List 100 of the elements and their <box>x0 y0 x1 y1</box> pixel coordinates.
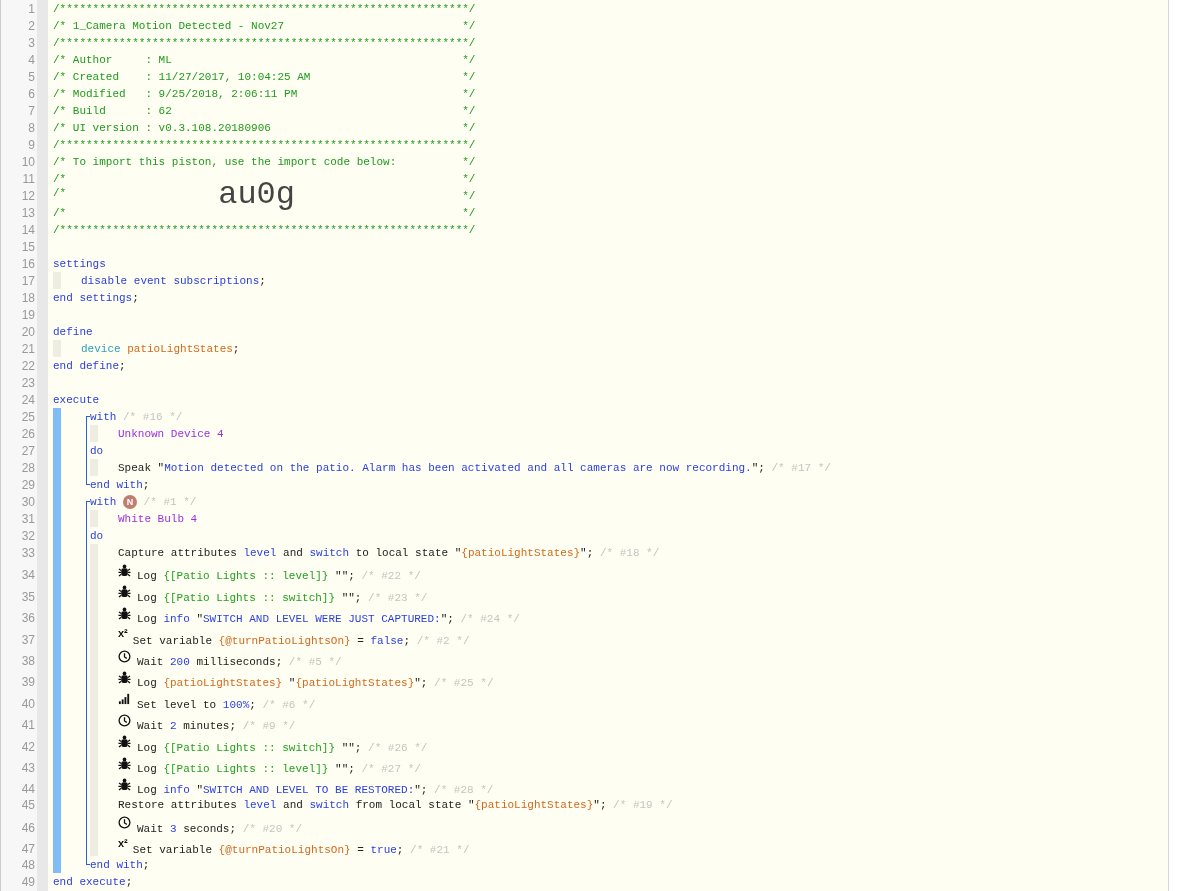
code-comment: */ <box>462 155 476 168</box>
code-comment: */ <box>462 206 476 219</box>
code-line: Log {[Patio Lights :: switch]} ""; /* #26 */ <box>137 741 428 754</box>
line-number: 12 <box>21 188 35 203</box>
line-number: 14 <box>21 222 35 237</box>
line-number: 49 <box>21 874 35 889</box>
code-line: Wait 3 seconds; /* #20 */ <box>137 822 303 835</box>
status-badge: N <box>123 494 137 509</box>
line-number: 6 <box>28 86 35 101</box>
code-line: White Bulb 4 <box>118 512 198 525</box>
code-line: /* #1 */ <box>142 495 197 508</box>
code-comment: */ <box>462 121 476 134</box>
code-line: define <box>53 325 93 338</box>
clock-icon <box>118 713 131 727</box>
line-number: 38 <box>21 653 35 668</box>
line-number: 10 <box>21 154 35 169</box>
line-number: 32 <box>21 528 35 543</box>
line-number: 4 <box>28 52 35 67</box>
line-number: 36 <box>21 611 35 626</box>
code-line: Capture attributes level and switch to local state "{patioLightStates}"; /* #18 */ <box>118 546 660 559</box>
line-number: 46 <box>21 820 35 835</box>
line-number: 42 <box>21 739 35 754</box>
superscript-icon: x² <box>118 836 128 849</box>
line-number: 47 <box>21 842 35 857</box>
import-code: au0g <box>218 180 295 210</box>
code-line: Log info "SWITCH AND LEVEL WERE JUST CAPTURED:"; /* #24 */ <box>137 613 520 626</box>
code-line: with /* #16 */ <box>90 410 183 423</box>
line-number: 22 <box>21 358 35 373</box>
line-number: 2 <box>28 18 35 33</box>
line-number: 25 <box>21 409 35 424</box>
code-line: end with; <box>90 858 150 871</box>
line-number: 1 <box>28 1 35 16</box>
code-comment: /* To import this piston, use the import code below: <box>53 155 397 168</box>
clock-icon <box>118 816 131 830</box>
line-number: 40 <box>21 696 35 711</box>
bug-icon <box>118 606 131 620</box>
code-comment: /* UI version : v0.3.108.20180906 <box>53 121 271 134</box>
code-comment: */ <box>462 19 476 32</box>
clock-icon <box>118 649 131 663</box>
code-line: Wait 2 minutes; /* #9 */ <box>137 720 296 733</box>
bug-icon <box>118 756 131 770</box>
superscript-icon: x² <box>118 627 128 640</box>
line-number: 17 <box>21 273 35 288</box>
code-line: with <box>90 495 118 508</box>
code-comment: /* Build : 62 <box>53 104 172 117</box>
code-line: Restore attributes level and switch from local state "{patioLightStates}"; /* #19 */ <box>118 798 673 811</box>
code-comment: /* <box>53 206 67 219</box>
line-number: 39 <box>21 675 35 690</box>
line-number: 8 <box>28 120 35 135</box>
code-line: end define; <box>53 359 126 372</box>
line-number: 13 <box>21 205 35 220</box>
code-comment: /* <box>53 172 67 185</box>
line-number: 18 <box>21 290 35 305</box>
line-number: 43 <box>21 760 35 775</box>
code-line: Wait 200 milliseconds; /* #5 */ <box>137 655 342 668</box>
line-number: 23 <box>21 375 35 390</box>
bug-icon <box>118 564 131 577</box>
code-comment: /* 1_Camera Motion Detected - Nov27 <box>53 19 285 32</box>
line-number: 5 <box>28 69 35 84</box>
line-number: 11 <box>22 171 35 186</box>
code-line: Log {[Patio Lights :: level]} ""; /* #22 */ <box>137 570 421 583</box>
line-number: 7 <box>28 103 35 118</box>
line-number: 33 <box>21 545 35 560</box>
code-line: device patioLightStates; <box>81 342 240 355</box>
line-number: 28 <box>21 460 35 475</box>
code-comment: /**************************************************************/ <box>53 36 476 49</box>
code-line: Speak "Motion detected on the patio. Alarm has been activated and all cameras are now recording."; /* #17 */ <box>118 461 831 474</box>
code-line: Unknown Device 4 <box>118 427 224 440</box>
code-comment: /**************************************************************/ <box>53 223 476 236</box>
line-number: 21 <box>21 341 35 356</box>
code-line: end execute; <box>53 875 133 888</box>
code-line: do <box>90 444 104 457</box>
code-line: disable event subscriptions; <box>81 274 266 287</box>
line-number: 44 <box>21 782 35 797</box>
line-number: 15 <box>21 239 35 254</box>
code-line: Log {[Patio Lights :: switch]} ""; /* #23 */ <box>137 591 428 604</box>
bug-icon <box>118 670 131 684</box>
line-number: 41 <box>21 718 35 733</box>
line-number: 37 <box>21 632 35 647</box>
code-line: do <box>90 529 104 542</box>
code-comment: /* <box>53 187 67 201</box>
line-number: 27 <box>21 443 35 458</box>
line-number: 20 <box>21 324 35 339</box>
code-comment: */ <box>462 87 476 100</box>
code-line: Log {patioLightStates} "{patioLightStates}"; /* #25 */ <box>137 677 494 690</box>
line-number: 9 <box>28 137 35 152</box>
line-number: 29 <box>21 477 35 492</box>
code-comment: /* Author : ML <box>53 53 172 66</box>
line-number: 35 <box>21 589 35 604</box>
line-number: 26 <box>21 426 35 441</box>
line-number: 48 <box>21 857 35 872</box>
line-number: 16 <box>21 256 35 271</box>
line-number: 30 <box>21 494 35 509</box>
line-number: 34 <box>21 568 35 583</box>
code-comment: /**************************************************************/ <box>53 2 476 15</box>
bug-icon <box>118 735 131 749</box>
code-line: Set variable {@turnPatioLightsOn} = true; /* #21 */ <box>132 844 470 857</box>
line-number: 45 <box>21 797 35 812</box>
line-number: 3 <box>28 35 35 50</box>
code-line: Log info "SWITCH AND LEVEL TO BE RESTORED:"; /* #28 */ <box>137 784 494 797</box>
